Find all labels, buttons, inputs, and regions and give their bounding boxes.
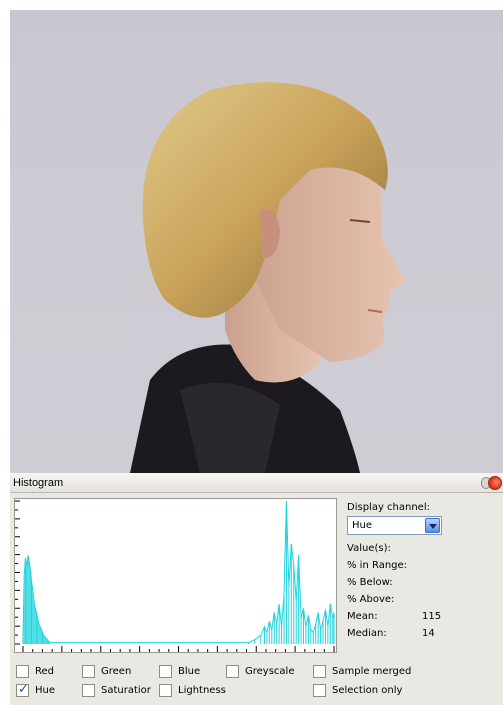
hue-checkbox-box[interactable] bbox=[16, 682, 29, 697]
checkbox-green[interactable]: Green bbox=[82, 664, 131, 678]
median-label: Median: bbox=[347, 628, 387, 639]
sample-merged-checkbox-box[interactable] bbox=[313, 664, 326, 678]
chevron-down-icon[interactable] bbox=[425, 518, 440, 533]
saturation-checkbox-label: Saturatior bbox=[101, 684, 151, 696]
display-channel-label: Display channel: bbox=[347, 502, 430, 513]
red-checkbox-label: Red bbox=[35, 665, 54, 677]
saturation-checkbox-box[interactable] bbox=[82, 683, 95, 697]
lightness-checkbox-label: Lightness bbox=[178, 684, 226, 696]
histogram-panel: Histogram Display channel: Hue Value(s):… bbox=[10, 473, 503, 705]
green-checkbox-box[interactable] bbox=[82, 664, 95, 678]
checkbox-selection-only[interactable]: Selection only bbox=[313, 683, 402, 697]
in-range-label: % in Range: bbox=[347, 560, 408, 571]
panel-title: Histogram bbox=[13, 477, 64, 489]
sample-merged-checkbox-label: Sample merged bbox=[332, 665, 412, 677]
above-label: % Above: bbox=[347, 594, 395, 605]
hue-checkbox-label: Hue bbox=[35, 684, 56, 696]
checkbox-saturation[interactable]: Saturatior bbox=[82, 683, 151, 697]
lightness-checkbox-box[interactable] bbox=[159, 683, 172, 697]
values-label: Value(s): bbox=[347, 543, 391, 554]
portrait-image bbox=[130, 82, 405, 473]
green-checkbox-label: Green bbox=[101, 665, 132, 677]
channel-dropdown[interactable]: Hue bbox=[347, 516, 442, 535]
blue-checkbox-label: Blue bbox=[178, 665, 201, 677]
close-icon[interactable] bbox=[488, 476, 502, 490]
mean-label: Mean: bbox=[347, 611, 378, 622]
below-label: % Below: bbox=[347, 577, 393, 588]
greyscale-checkbox-box[interactable] bbox=[226, 664, 239, 678]
histogram-graph bbox=[14, 498, 337, 653]
checkbox-greyscale[interactable]: Greyscale bbox=[226, 664, 294, 678]
selection-only-checkbox-box[interactable] bbox=[313, 683, 326, 697]
red-checkbox-box[interactable] bbox=[16, 664, 29, 678]
checkbox-red[interactable]: Red bbox=[16, 664, 54, 678]
greyscale-checkbox-label: Greyscale bbox=[245, 665, 295, 677]
histogram-chart bbox=[15, 500, 335, 652]
panel-titlebar[interactable]: Histogram bbox=[10, 473, 503, 493]
histogram-series-line bbox=[22, 500, 335, 644]
selection-only-checkbox-label: Selection only bbox=[332, 684, 403, 696]
blue-checkbox-box[interactable] bbox=[159, 664, 172, 678]
checkbox-hue[interactable]: Hue bbox=[16, 682, 56, 697]
mean-value: 115 bbox=[422, 611, 442, 622]
checkbox-lightness[interactable]: Lightness bbox=[159, 683, 226, 697]
median-value: 14 bbox=[422, 628, 435, 639]
channel-selected-value: Hue bbox=[352, 520, 373, 531]
checkbox-blue[interactable]: Blue bbox=[159, 664, 200, 678]
photo-canvas bbox=[10, 10, 503, 473]
checkbox-sample-merged[interactable]: Sample merged bbox=[313, 664, 411, 678]
